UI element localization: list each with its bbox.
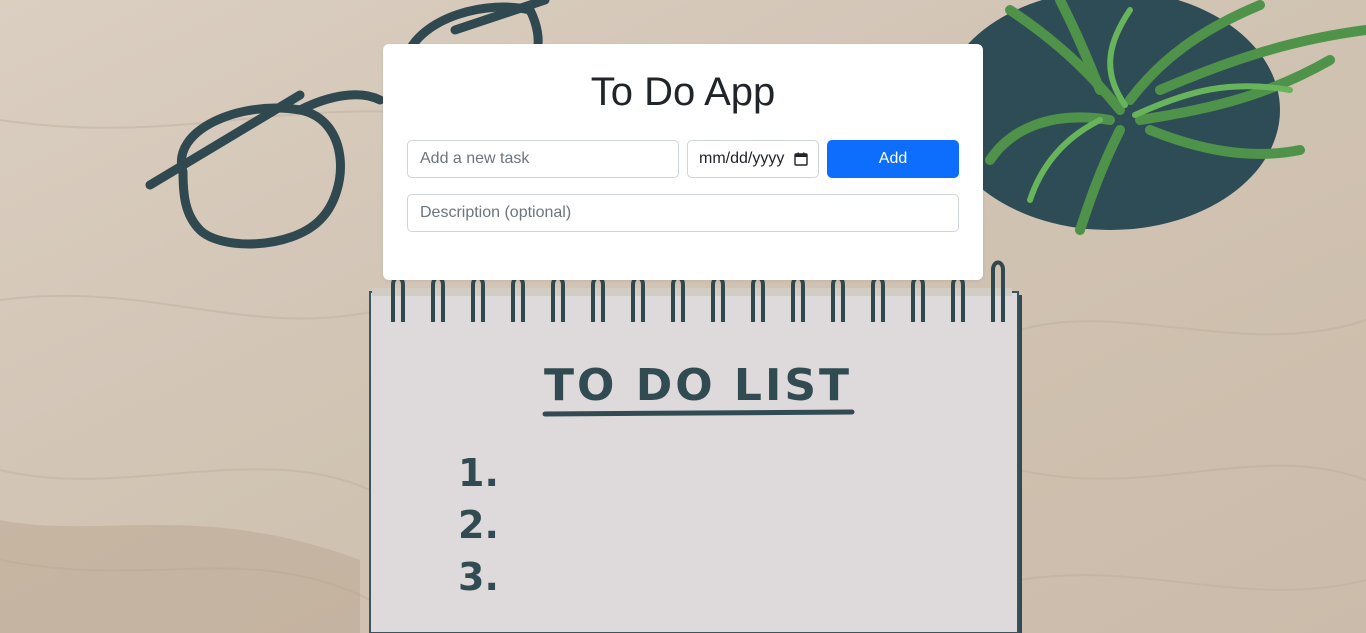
due-date-placeholder: mm/dd/yyyy [699, 150, 785, 167]
task-form-row: Add a new task mm/dd/yyyy Add [407, 140, 959, 178]
add-button[interactable]: Add [827, 140, 959, 178]
due-date-input[interactable]: mm/dd/yyyy [687, 140, 819, 178]
task-input[interactable]: Add a new task [407, 140, 679, 178]
calendar-icon[interactable] [794, 152, 808, 166]
description-input[interactable]: Description (optional) [407, 194, 959, 232]
app-title: To Do App [590, 70, 776, 114]
task-input-placeholder: Add a new task [420, 150, 530, 167]
todo-card: To Do App Add a new task mm/dd/yyyy Add … [383, 44, 983, 280]
description-placeholder: Description (optional) [420, 204, 572, 221]
